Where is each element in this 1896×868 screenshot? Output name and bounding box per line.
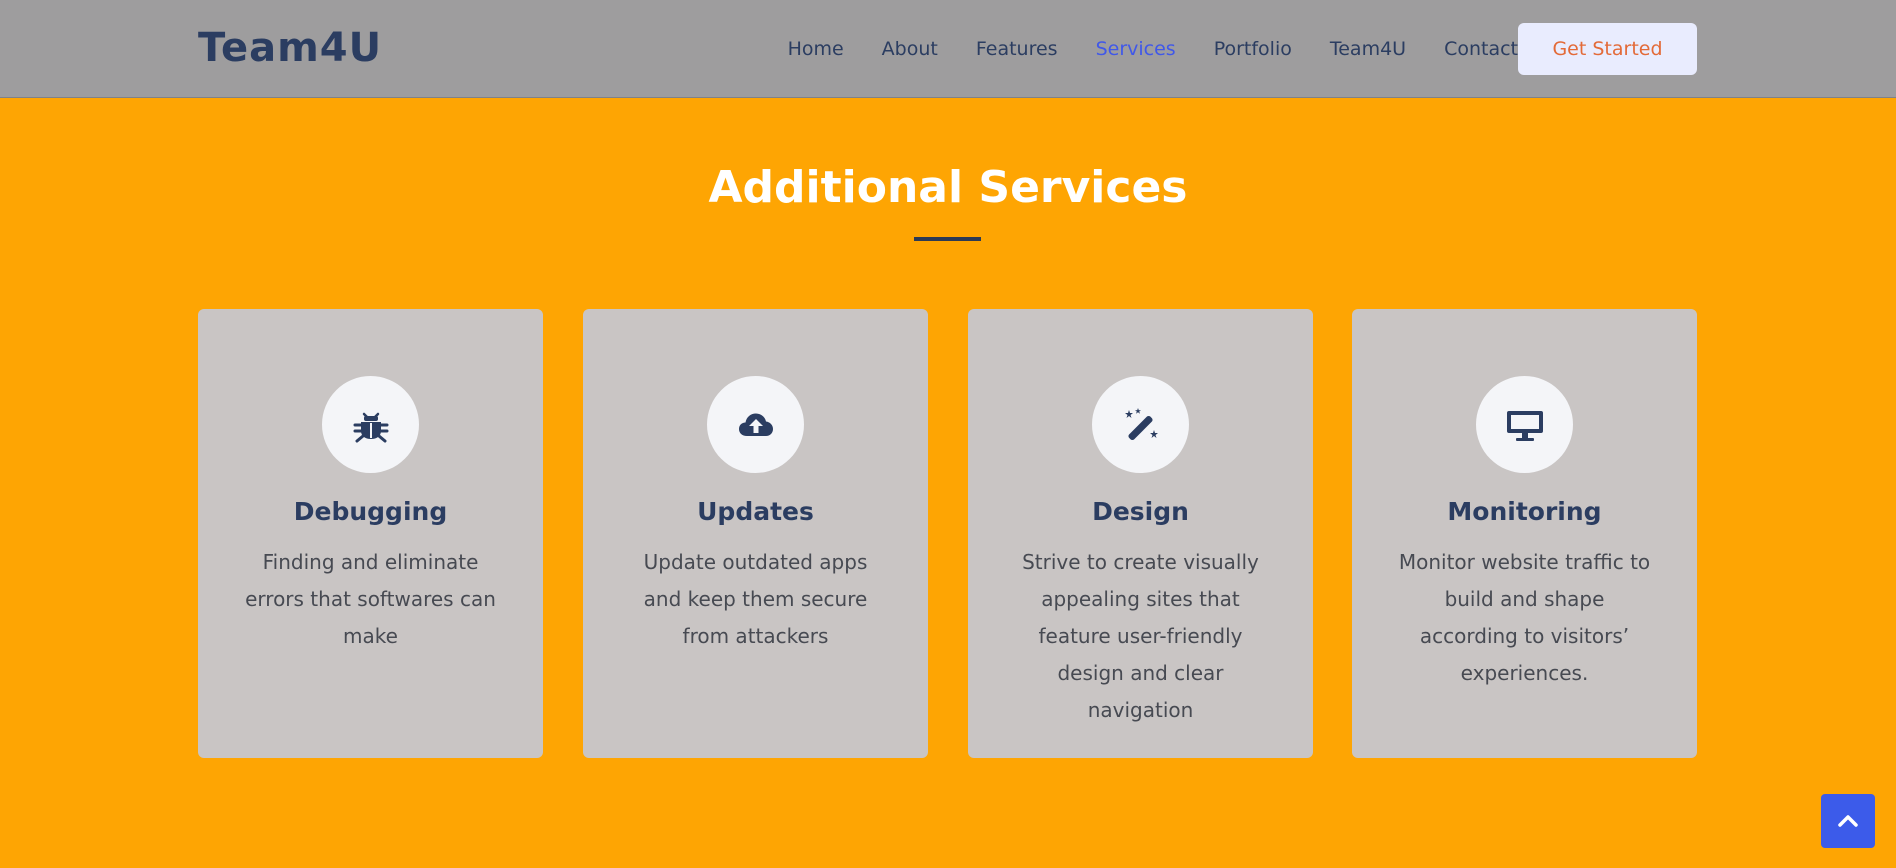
desktop-icon (1506, 410, 1543, 441)
nav-team4u[interactable]: Team4U (1330, 34, 1406, 64)
title-underline (914, 237, 981, 241)
chevron-up-icon (1838, 815, 1858, 827)
main-nav: Home About Features Services Portfolio T… (788, 34, 1518, 64)
service-card-debugging: Debugging Finding and eliminate errors t… (198, 309, 543, 758)
service-card-design: Design Strive to create visually appeali… (968, 309, 1313, 758)
section-title: Additional Services (708, 162, 1188, 213)
nav-about[interactable]: About (882, 34, 938, 64)
nav-services[interactable]: Services (1096, 34, 1176, 64)
icon-circle (1092, 376, 1189, 473)
navbar: Team4U Home About Features Services Port… (0, 0, 1896, 98)
magic-wand-icon (1124, 407, 1158, 440)
bug-icon (353, 412, 388, 442)
card-title: Debugging (293, 497, 448, 526)
card-title: Updates (697, 497, 814, 526)
card-title: Design (1092, 497, 1189, 526)
card-description: Strive to create visually appealing site… (1022, 550, 1259, 722)
nav-portfolio[interactable]: Portfolio (1214, 34, 1292, 64)
brand-logo[interactable]: Team4U (198, 22, 382, 74)
icon-circle (1476, 376, 1573, 473)
nav-contact[interactable]: Contact (1444, 34, 1518, 64)
card-title: Monitoring (1447, 497, 1602, 526)
cloud-upload-icon (738, 413, 773, 436)
card-description: Finding and eliminate errors that softwa… (245, 550, 496, 648)
icon-circle (707, 376, 804, 473)
icon-circle (322, 376, 419, 473)
nav-features[interactable]: Features (976, 34, 1058, 64)
card-description: Update outdated apps and keep them secur… (643, 550, 868, 648)
back-to-top-button[interactable] (1821, 794, 1875, 848)
card-description: Monitor website traffic to build and sha… (1398, 550, 1651, 685)
service-card-updates: Updates Update outdated apps and keep th… (583, 309, 928, 758)
get-started-button[interactable]: Get Started (1518, 23, 1697, 75)
nav-home[interactable]: Home (788, 34, 844, 64)
service-card-monitoring: Monitoring Monitor website traffic to bu… (1352, 309, 1697, 758)
